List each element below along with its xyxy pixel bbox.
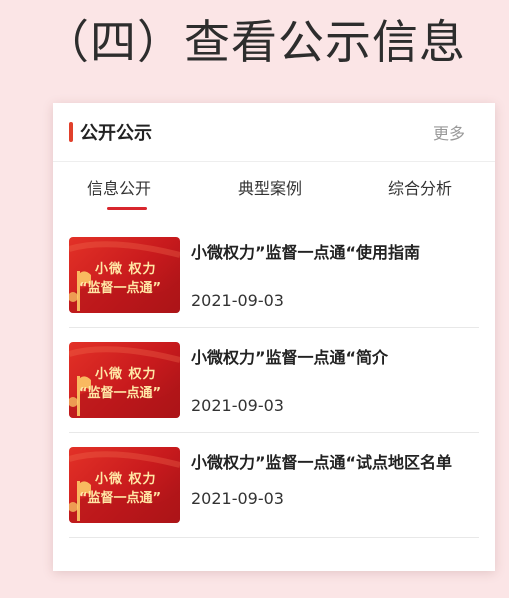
active-tab-indicator [107, 207, 147, 210]
more-link[interactable]: 更多 [433, 120, 465, 144]
item-title: 小微权力”监督一点通“简介 [191, 348, 389, 367]
list-item[interactable]: 小微 权力 “监督一点通” 小微权力”监督一点通“使用指南 2021-09-03 [69, 223, 479, 328]
item-title: 小微权力”监督一点通“试点地区名单 [191, 453, 453, 472]
thumbnail-text-line2: “监督一点通” [79, 386, 162, 401]
item-date: 2021-09-03 [191, 396, 284, 415]
tab-info-disclosure[interactable]: 信息公开 [87, 175, 151, 199]
thumbnail-text-line1: 小微 权力 [95, 472, 157, 487]
tab-typical-cases[interactable]: 典型案例 [238, 175, 302, 199]
thumbnail-text-line1: 小微 权力 [95, 367, 157, 382]
page-title: （四）查看公示信息 [43, 15, 466, 69]
notice-list: 小微 权力 “监督一点通” 小微权力”监督一点通“使用指南 2021-09-03… [69, 223, 479, 538]
tab-comprehensive-analysis[interactable]: 综合分析 [388, 175, 452, 199]
thumbnail-text-line1: 小微 权力 [95, 262, 157, 277]
item-thumbnail: 小微 权力 “监督一点通” [69, 237, 180, 313]
list-item[interactable]: 小微 权力 “监督一点通” 小微权力”监督一点通“简介 2021-09-03 [69, 328, 479, 433]
list-item[interactable]: 小微 权力 “监督一点通” 小微权力”监督一点通“试点地区名单 2021-09-… [69, 433, 479, 538]
item-thumbnail: 小微 权力 “监督一点通” [69, 447, 180, 523]
header-accent-bar [69, 122, 73, 142]
thumbnail-text-line2: “监督一点通” [79, 491, 162, 506]
card-title: 公开公示 [80, 123, 152, 144]
item-date: 2021-09-03 [191, 291, 284, 310]
thumbnail-text-line2: “监督一点通” [79, 281, 162, 296]
item-thumbnail: 小微 权力 “监督一点通” [69, 342, 180, 418]
item-date: 2021-09-03 [191, 489, 284, 508]
card-header: 公开公示 更多 [53, 103, 495, 162]
tab-bar: 信息公开 典型案例 综合分析 [53, 162, 495, 214]
public-notice-card: 公开公示 更多 信息公开 典型案例 综合分析 小微 权力 “监督一点通” 小微权… [53, 103, 495, 571]
item-title: 小微权力”监督一点通“使用指南 [191, 243, 421, 262]
